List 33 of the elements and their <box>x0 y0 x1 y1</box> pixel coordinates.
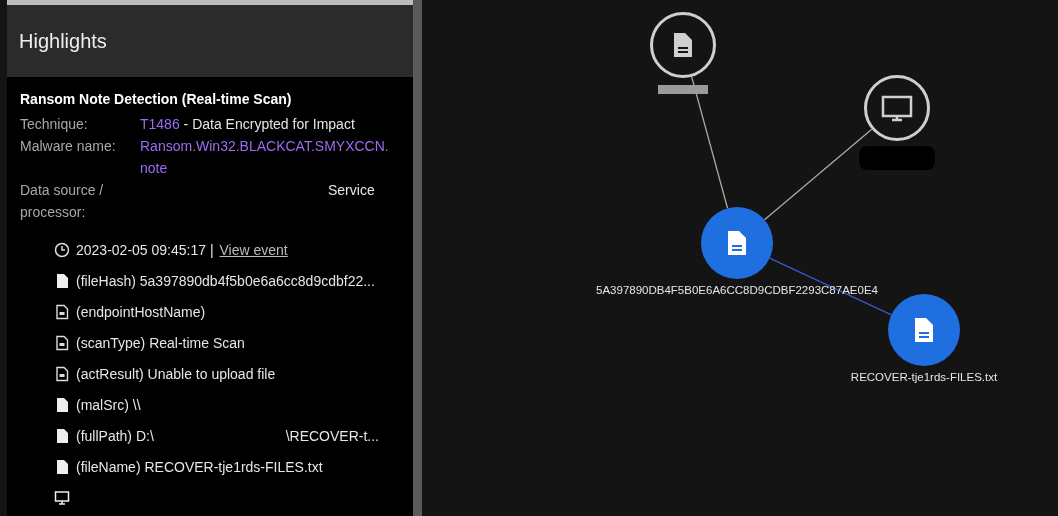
field-link[interactable]: Ransom.Win32.BLACKCAT.SMYXCCN.note <box>140 135 390 179</box>
file-icon <box>54 458 70 475</box>
file-node[interactable] <box>650 12 716 78</box>
event-detail: (actResult) Unable to upload file <box>76 365 276 382</box>
file-icon <box>54 427 70 444</box>
document-icon <box>54 365 70 382</box>
clock-icon <box>54 241 70 258</box>
document-icon <box>54 334 70 351</box>
detection-title: Ransom Note Detection (Real-time Scan) <box>20 91 293 107</box>
field-label: Technique: <box>20 115 89 134</box>
event-detail: (fileName) RECOVER-tje1rds-FILES.txt <box>76 458 323 475</box>
event-detail: \RECOVER-t... <box>285 427 380 444</box>
event-timestamp: 2023-02-05 09:45:17 | <box>76 241 214 258</box>
monitor-icon <box>54 489 70 506</box>
monitor-node[interactable] <box>864 75 930 141</box>
event-detail: (scanType) Real-time Scan <box>76 334 245 351</box>
field-value: - Data Encrypted for Impact <box>182 116 355 132</box>
file-icon <box>54 396 70 413</box>
field-label: Data source / processor: <box>20 181 105 222</box>
file-node[interactable] <box>701 207 773 279</box>
event-detail: (malSrc) \\ <box>76 396 141 413</box>
file-icon <box>54 272 70 289</box>
field-label: Malware name: <box>20 137 117 156</box>
panel-title: Highlights <box>19 29 107 53</box>
field-value: Service <box>327 182 375 198</box>
field-link[interactable]: T1486 <box>140 116 180 132</box>
view-event-link[interactable]: View event <box>219 241 288 258</box>
document-icon <box>54 303 70 320</box>
event-detail: (endpointHostName) <box>76 303 206 320</box>
event-detail: (fileHash) 5a397890db4f5b0e6a6cc8d9cdbf22... <box>76 272 375 289</box>
node-label: RECOVER-tje1rds-FILES.txt <box>850 371 998 383</box>
event-detail: (fullPath) D:\ <box>76 427 154 444</box>
file-node[interactable] <box>888 294 960 366</box>
